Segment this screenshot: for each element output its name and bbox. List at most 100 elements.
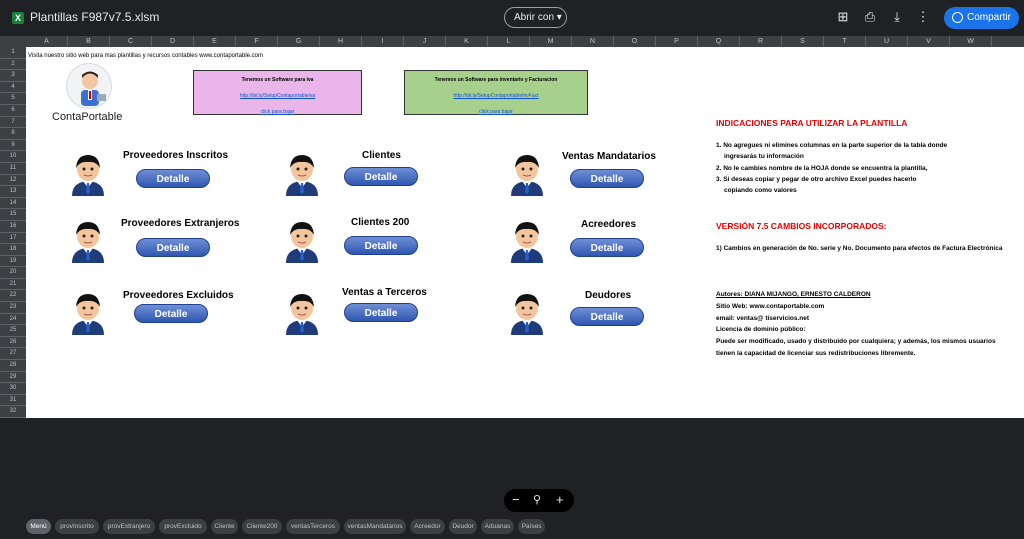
column-header-U[interactable]: U [866,36,908,47]
sheet-tab[interactable]: ventasMandatarios [344,519,406,534]
row-header-12[interactable]: 12 [0,175,26,187]
row-header-19[interactable]: 19 [0,256,26,268]
column-header-G[interactable]: G [278,36,320,47]
row-header-5[interactable]: 5 [0,93,26,105]
detalle-button[interactable]: Detalle [570,169,644,188]
row-header-11[interactable]: 11 [0,163,26,175]
row-header-16[interactable]: 16 [0,221,26,233]
column-header-O[interactable]: O [614,36,656,47]
row-header-32[interactable]: 32 [0,406,26,418]
column-header-S[interactable]: S [782,36,824,47]
row-header-8[interactable]: 8 [0,128,26,140]
column-header-F[interactable]: F [236,36,278,47]
column-header-T[interactable]: T [824,36,866,47]
row-header-20[interactable]: 20 [0,267,26,279]
row-header-27[interactable]: 27 [0,348,26,361]
row-header-9[interactable]: 9 [0,140,26,152]
sheet-tab[interactable]: Deudor [449,519,477,534]
license-line-2: tienen la capacidad de licenciar sus red… [716,350,916,357]
column-header-R[interactable]: R [740,36,782,47]
website-note: Visita nuestro sitio web para mas planti… [28,53,264,59]
promo-inventory-click[interactable]: click para bajar [405,109,587,115]
column-header-N[interactable]: N [572,36,614,47]
row-header-22[interactable]: 22 [0,290,26,303]
row-header-26[interactable]: 26 [0,337,26,349]
row-header-17[interactable]: 17 [0,233,26,245]
row-header-1[interactable]: 1 [0,47,26,59]
promo-inventory-link[interactable]: http://bit.ly/SetupContaportableInvFact [405,93,587,99]
sheet-tab[interactable]: Acreedor [410,519,445,534]
column-header-A[interactable]: A [26,36,68,47]
row-header-15[interactable]: 15 [0,209,26,221]
person-icon [68,291,108,335]
version-heading: VERSIÓN 7.5 CAMBIOS INCORPORADOS: [716,221,887,231]
detalle-button[interactable]: Detalle [136,169,210,188]
promo-iva-link[interactable]: http://bit.ly/SetupContaportableIva [194,93,361,99]
row-header-25[interactable]: 25 [0,325,26,337]
sheet-tab[interactable]: provInscrito [55,519,99,534]
column-header-M[interactable]: M [530,36,572,47]
sheet-tab[interactable]: Cliente200 [242,519,282,534]
row-header-7[interactable]: 7 [0,117,26,129]
person-icon [68,219,108,263]
column-header-J[interactable]: J [404,36,446,47]
sheet-tab[interactable]: provExtranjero [103,519,155,534]
more-options-icon[interactable]: ⋮ [915,9,931,25]
detalle-button[interactable]: Detalle [344,236,418,255]
contaportable-logo [66,63,112,109]
detalle-button[interactable]: Detalle [136,238,210,257]
column-header-C[interactable]: C [110,36,152,47]
row-header-18[interactable]: 18 [0,244,26,256]
detalle-button[interactable]: Detalle [134,304,208,323]
sheet-tab[interactable]: provExcluido [159,519,207,534]
download-icon[interactable]: ⤓ [889,9,905,25]
column-headers: ABCDEFGHIJKLMNOPQRSTUVW [0,36,1024,47]
detalle-button[interactable]: Detalle [344,303,418,322]
zoom-out-icon[interactable]: − [512,492,520,507]
detalle-button[interactable]: Detalle [570,307,644,326]
row-header-29[interactable]: 29 [0,372,26,384]
column-header-P[interactable]: P [656,36,698,47]
detalle-button[interactable]: Detalle [344,167,418,186]
row-header-2[interactable]: 2 [0,59,26,71]
row-header-31[interactable]: 31 [0,395,26,407]
sheet-tab[interactable]: Países [518,519,545,534]
column-header-D[interactable]: D [152,36,194,47]
row-header-21[interactable]: 21 [0,279,26,291]
open-with-button[interactable]: Abrir con ▾ [504,7,567,28]
sheet-tab[interactable]: Aduanas [481,519,514,534]
spreadsheet-grid[interactable]: Visita nuestro sitio web para mas planti… [26,47,1024,418]
detalle-button[interactable]: Detalle [570,238,644,257]
version-change-1: 1) Cambios en generación de No. serie y … [716,245,1003,252]
row-header-6[interactable]: 6 [0,105,26,117]
column-header-I[interactable]: I [362,36,404,47]
column-header-B[interactable]: B [68,36,110,47]
column-header-H[interactable]: H [320,36,362,47]
row-header-3[interactable]: 3 [0,70,26,82]
column-header-V[interactable]: V [908,36,950,47]
row-header-10[interactable]: 10 [0,151,26,163]
row-header-30[interactable]: 30 [0,383,26,395]
row-header-13[interactable]: 13 [0,186,26,198]
sheet-tab[interactable]: Menú [26,519,51,534]
column-header-W[interactable]: W [950,36,992,47]
promo-iva-click[interactable]: click para bajar [194,109,361,115]
row-header-4[interactable]: 4 [0,82,26,94]
row-header-14[interactable]: 14 [0,198,26,210]
print-icon[interactable]: ⎙ [862,9,878,25]
column-header-L[interactable]: L [488,36,530,47]
row-header-28[interactable]: 28 [0,360,26,372]
column-header-K[interactable]: K [446,36,488,47]
row-header-23[interactable]: 23 [0,302,26,314]
row-header-24[interactable]: 24 [0,314,26,326]
top-bar: X Plantillas F987v7.5.xlsm Abrir con ▾ ⊞… [0,0,1024,36]
share-button[interactable]: Compartir [944,7,1019,29]
add-comment-icon[interactable]: ⊞ [835,9,851,25]
zoom-in-icon[interactable]: + [556,492,564,507]
column-header-Q[interactable]: Q [698,36,740,47]
sheet-tab[interactable]: Cliente [211,519,238,534]
card-title: Proveedores Inscritos [123,150,229,161]
zoom-search-icon[interactable]: ⚲ [533,493,541,506]
sheet-tab[interactable]: ventasTerceros [286,519,340,534]
column-header-E[interactable]: E [194,36,236,47]
